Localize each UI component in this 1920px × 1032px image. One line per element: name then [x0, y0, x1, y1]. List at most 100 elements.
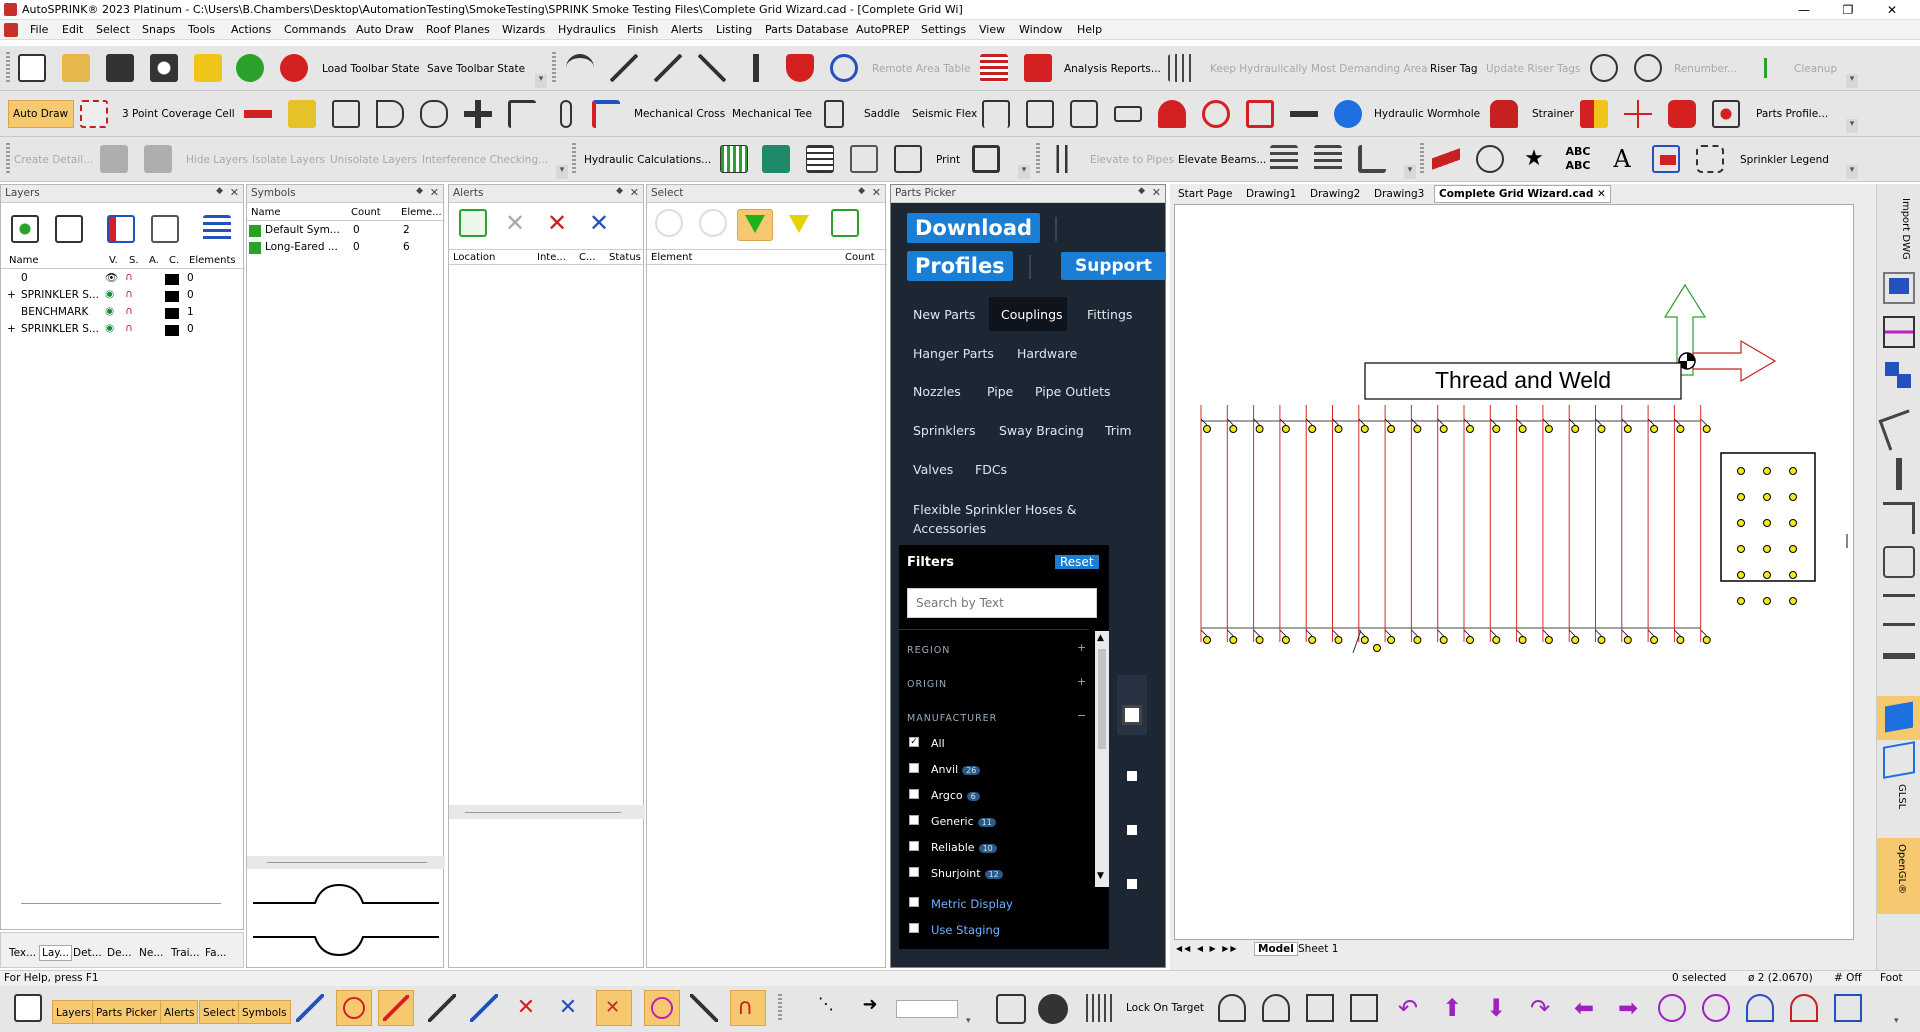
- reset-button[interactable]: Reset: [1055, 555, 1099, 569]
- union-icon[interactable]: [1026, 100, 1054, 128]
- snap-perp-icon[interactable]: [428, 994, 456, 1022]
- crosshair-icon[interactable]: [1624, 100, 1652, 128]
- menu-auto-draw[interactable]: Auto Draw: [356, 23, 414, 36]
- all-checkbox[interactable]: ✓: [909, 737, 919, 747]
- col-elements[interactable]: Elements: [189, 255, 236, 266]
- close-icon[interactable]: ✕: [1152, 186, 1161, 199]
- pin-icon[interactable]: ◆: [1138, 186, 1145, 196]
- manufacturer-collapse-icon[interactable]: −: [1077, 709, 1086, 722]
- yellow-fitting-icon[interactable]: [288, 100, 316, 128]
- restore-button[interactable]: ❐: [1828, 2, 1868, 18]
- category-sway-bracing[interactable]: Sway Bracing: [999, 423, 1084, 438]
- gear-icon[interactable]: [150, 54, 178, 82]
- layer-color-swatch[interactable]: [165, 274, 179, 285]
- mechanical-cross-icon[interactable]: [592, 100, 620, 128]
- renumber[interactable]: Renumber...: [1674, 63, 1737, 75]
- magnet-icon[interactable]: ∩: [125, 305, 133, 317]
- branch-tool-icon[interactable]: [1883, 458, 1915, 490]
- magnet-icon[interactable]: ∩: [125, 271, 133, 283]
- col-count[interactable]: Count: [351, 207, 381, 218]
- pin-icon[interactable]: ◆: [216, 186, 223, 196]
- toolbar-overflow-icon[interactable]: ▾: [966, 1016, 978, 1028]
- generic-checkbox[interactable]: [909, 815, 919, 825]
- strainer[interactable]: Strainer: [1532, 108, 1574, 120]
- category-fittings[interactable]: Fittings: [1087, 307, 1132, 322]
- snap-end-button[interactable]: [378, 990, 414, 1026]
- category-pipe[interactable]: Pipe: [987, 384, 1013, 399]
- blue-sprinkler-icon[interactable]: [830, 54, 858, 82]
- toolbar-overflow-icon[interactable]: ▾: [556, 165, 568, 179]
- toolbar-grip[interactable]: [1036, 143, 1040, 175]
- symbol-row[interactable]: Default Sym... 0 2: [247, 223, 445, 240]
- use-staging-checkbox[interactable]: [909, 923, 919, 933]
- scroll-up-icon[interactable]: ▲: [1097, 633, 1104, 643]
- mechanical-cross[interactable]: Mechanical Cross: [634, 108, 725, 120]
- col-color[interactable]: C.: [169, 255, 179, 266]
- manufacturer-anvil[interactable]: Anvil 26: [931, 763, 981, 776]
- symbols-toggle-button[interactable]: Symbols: [238, 1000, 291, 1024]
- tab-model[interactable]: Model: [1254, 942, 1298, 956]
- menu-listing[interactable]: Listing: [716, 23, 752, 36]
- side-checkbox[interactable]: [1127, 825, 1137, 835]
- snap-line-icon[interactable]: [296, 994, 324, 1022]
- import-icon[interactable]: [1883, 272, 1915, 304]
- col-name[interactable]: Name: [251, 207, 281, 218]
- menu-wizards[interactable]: Wizards: [502, 23, 545, 36]
- abc-text-icon[interactable]: ABC ABC: [1564, 145, 1592, 173]
- zoom-window-icon[interactable]: [996, 994, 1026, 1024]
- cross-icon[interactable]: [464, 100, 492, 128]
- tab-trai[interactable]: Trai...: [171, 947, 200, 959]
- book-icon[interactable]: [762, 145, 790, 173]
- house-red-icon[interactable]: [1790, 994, 1818, 1022]
- menu-finish[interactable]: Finish: [627, 23, 658, 36]
- tab-nav-icons[interactable]: ◀◀ ◀ ▶ ▶▶: [1176, 944, 1239, 953]
- col-count[interactable]: Count: [845, 252, 875, 263]
- layer-manager-icon[interactable]: [107, 215, 135, 243]
- hatch-tool-icon[interactable]: [1883, 594, 1915, 626]
- branch-icon[interactable]: [610, 54, 638, 82]
- download-button[interactable]: Download: [907, 213, 1041, 243]
- pin-icon[interactable]: ◆: [416, 186, 423, 196]
- tab-text[interactable]: Tex...: [9, 947, 36, 959]
- menu-window[interactable]: Window: [1019, 23, 1062, 36]
- col-snap[interactable]: S.: [129, 255, 139, 266]
- star-icon[interactable]: ★: [1520, 145, 1548, 173]
- red-pipe-icon[interactable]: [244, 100, 272, 128]
- bulb-icon[interactable]: [655, 209, 683, 237]
- profiles-button[interactable]: Profiles: [907, 251, 1013, 281]
- toolbar-overflow-icon[interactable]: ▾: [1894, 1016, 1906, 1028]
- metric-display-checkbox[interactable]: [909, 897, 919, 907]
- refresh-alerts-icon[interactable]: [459, 209, 487, 237]
- print[interactable]: Print: [936, 154, 960, 166]
- snap-nearest-icon[interactable]: [690, 994, 718, 1022]
- col-visible[interactable]: V.: [109, 255, 118, 266]
- category-valves[interactable]: Valves: [913, 462, 953, 477]
- saddle[interactable]: Saddle: [864, 108, 900, 120]
- tab-drawing2[interactable]: Drawing2: [1310, 188, 1360, 200]
- block-icon[interactable]: [1652, 145, 1680, 173]
- clear-alert-icon[interactable]: ✕: [501, 209, 529, 237]
- magnet-icon[interactable]: ∩: [125, 288, 133, 300]
- parts-picker-toggle-button[interactable]: Parts Picker: [92, 1000, 161, 1024]
- arc-pipe-icon[interactable]: [566, 54, 594, 82]
- alerts-toggle-button[interactable]: Alerts: [160, 1000, 199, 1024]
- seismic-flex[interactable]: Seismic Flex: [912, 108, 977, 120]
- riser-tag[interactable]: Riser Tag: [1430, 63, 1478, 75]
- view-home-icon[interactable]: [1218, 994, 1246, 1022]
- close-icon[interactable]: ✕: [630, 186, 639, 199]
- sprinkler-grid[interactable]: [1200, 405, 1797, 652]
- view-iso-icon[interactable]: [1350, 994, 1378, 1022]
- menu-parts-database[interactable]: Parts Database: [765, 23, 848, 36]
- menu-edit[interactable]: Edit: [62, 23, 83, 36]
- col-status[interactable]: Status: [609, 252, 641, 263]
- category-hanger-parts[interactable]: Hanger Parts: [913, 346, 994, 361]
- unit-label[interactable]: Foot: [1880, 972, 1903, 984]
- snap-node-button[interactable]: ✕: [596, 990, 632, 1026]
- orbit-icon[interactable]: [1038, 994, 1068, 1024]
- search-input[interactable]: [907, 588, 1097, 618]
- building-icon[interactable]: [1834, 994, 1862, 1022]
- save-toolbar-state[interactable]: Save Toolbar State: [427, 63, 525, 75]
- region-section[interactable]: REGION: [907, 645, 950, 656]
- toolbar-overflow-icon[interactable]: ▾: [1846, 165, 1858, 179]
- eye-icon[interactable]: ◉: [105, 288, 114, 300]
